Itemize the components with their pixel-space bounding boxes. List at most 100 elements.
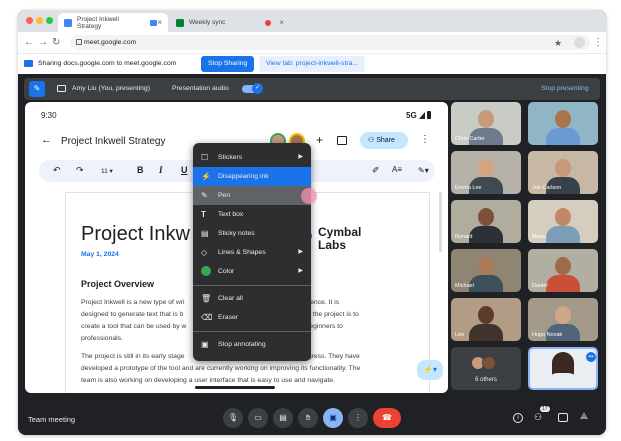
participant-name: Chris Carter xyxy=(455,136,485,142)
menu-item-pen[interactable]: ✎ Pen xyxy=(193,186,317,205)
participant-tile[interactable]: Emma Lee xyxy=(451,151,521,194)
docs-favicon-icon xyxy=(64,18,72,27)
back-arrow-icon[interactable]: ← xyxy=(41,134,52,146)
participant-name: Emma Lee xyxy=(455,185,482,191)
participant-body xyxy=(546,128,580,145)
doc-line: al of the project is to xyxy=(298,311,359,318)
battery-icon xyxy=(427,111,431,119)
raise-hand-button[interactable]: ✋︎ xyxy=(298,408,318,428)
italic-icon[interactable]: I xyxy=(159,165,163,175)
scrollbar-thumb[interactable] xyxy=(439,192,442,252)
stop-presenting-button[interactable]: Stop presenting xyxy=(541,85,589,92)
share-button[interactable]: ⚇ Share xyxy=(360,132,408,149)
participant-name: Michael xyxy=(455,283,474,289)
menu-item-disappearing-ink[interactable]: ⚡ Disappearing ink xyxy=(193,167,311,186)
menu-item-color[interactable]: Color ▶ xyxy=(193,262,311,281)
participant-tile[interactable]: Daniel xyxy=(528,249,598,292)
comment-icon[interactable] xyxy=(337,136,347,145)
participant-head xyxy=(555,110,571,128)
menu-item-label: Sticky notes xyxy=(218,230,255,237)
reload-icon[interactable]: ↻ xyxy=(52,36,60,50)
add-icon[interactable]: + xyxy=(316,133,323,147)
sharing-text: Sharing docs.google.com to meet.google.c… xyxy=(38,60,177,67)
doc-line: Project Inkwell is a new type of wri xyxy=(81,299,185,306)
browser-window: Project Inkwell Strategy × Weekly sync ×… xyxy=(18,10,606,435)
others-tile[interactable]: 6 others xyxy=(451,347,521,390)
info-icon[interactable]: i xyxy=(513,413,523,423)
pen-mode-button[interactable]: ✎▾ xyxy=(418,162,435,180)
doc-name: Project Inkwell Strategy xyxy=(61,136,166,147)
bold-icon[interactable]: B xyxy=(137,165,144,175)
tab-project-inkwell[interactable]: Project Inkwell Strategy × xyxy=(58,13,168,32)
participant-body xyxy=(546,226,580,243)
undo-icon[interactable]: ↶ xyxy=(53,165,61,176)
chat-icon[interactable] xyxy=(558,413,568,422)
more-options-icon[interactable]: ⋮ xyxy=(420,134,430,145)
doc-heading: Project Overview xyxy=(81,279,155,289)
stop-sharing-button[interactable]: Stop Sharing xyxy=(201,56,255,72)
menu-item-sticky-notes[interactable]: ▤ Sticky notes xyxy=(193,224,311,243)
sticker-icon: ☐ xyxy=(201,153,209,162)
text-format-icon[interactable]: A≡ xyxy=(392,165,402,174)
captions-button[interactable]: ▤ xyxy=(273,408,293,428)
presentation-audio-label: Presentation audio xyxy=(172,85,229,92)
participant-head xyxy=(478,257,494,275)
menu-divider xyxy=(193,331,311,332)
self-tile[interactable]: ••• xyxy=(528,347,598,390)
participant-tile[interactable]: Hugo Novak xyxy=(528,298,598,341)
maximize-window-dot[interactable] xyxy=(46,17,53,24)
participant-name: Lee xyxy=(455,332,465,338)
more-options-button[interactable]: ⋮ xyxy=(348,408,368,428)
participant-tile[interactable]: Chris Carter xyxy=(451,102,521,145)
tab-weekly-sync[interactable]: Weekly sync × xyxy=(170,13,290,32)
view-tab-button[interactable]: View tab: project-inkwell-stra... xyxy=(259,56,366,72)
menu-item-text-box[interactable]: T Text box xyxy=(193,205,311,224)
menu-item-label: Stop annotating xyxy=(218,341,266,348)
redo-icon[interactable]: ↷ xyxy=(76,165,84,176)
font-size-select[interactable]: 11 ▾ xyxy=(101,167,113,175)
microphone-button[interactable]: 🎙︎ xyxy=(223,408,243,428)
doc-paragraph-1-right: elligence. It is al of the project is to… xyxy=(298,297,408,333)
avatar xyxy=(482,356,496,370)
highlight-icon[interactable]: ✐ xyxy=(372,165,380,176)
doc-paragraph-2-right: progress. They have xyxy=(298,353,360,360)
participant-tile[interactable]: Lee xyxy=(451,298,521,341)
menu-item-stickers[interactable]: ☐ Stickers ▶ xyxy=(193,148,311,167)
annotate-icon[interactable]: ✎ xyxy=(29,81,45,97)
present-button[interactable]: ▣ xyxy=(323,408,343,428)
participant-tile[interactable]: Joe Carlson xyxy=(528,151,598,194)
menu-item-eraser[interactable]: ⌫ Eraser xyxy=(193,308,311,327)
menu-item-stop-annotating[interactable]: ▣ Stop annotating xyxy=(193,335,311,354)
disappearing-ink-fab[interactable]: ⚡▾ xyxy=(417,360,443,380)
close-tab-icon[interactable]: × xyxy=(279,18,284,27)
address-bar[interactable]: meet.google.com xyxy=(70,35,590,50)
menu-item-lines-shapes[interactable]: ◇ Lines & Shapes ▶ xyxy=(193,243,311,262)
participant-tile[interactable] xyxy=(528,102,598,145)
stop-icon: ▣ xyxy=(201,340,209,349)
tab-strip: Project Inkwell Strategy × Weekly sync × xyxy=(18,10,606,32)
participant-tile[interactable]: Michael xyxy=(451,249,521,292)
forward-icon[interactable]: → xyxy=(38,36,48,50)
leave-call-button[interactable]: ☎︎ xyxy=(373,408,401,428)
participant-tile[interactable]: Maria xyxy=(528,200,598,243)
doc-title: Project Inkw xyxy=(81,223,190,245)
bookmark-star-icon[interactable]: ★ xyxy=(554,36,562,50)
minimize-window-dot[interactable] xyxy=(36,17,43,24)
close-window-dot[interactable] xyxy=(26,17,33,24)
menu-divider xyxy=(193,285,311,286)
menu-item-label: Clear all xyxy=(218,295,243,302)
sticky-note-icon: ▤ xyxy=(201,229,209,238)
camera-button[interactable]: ▭ xyxy=(248,408,268,428)
site-info-icon[interactable] xyxy=(76,39,82,45)
close-tab-icon[interactable]: × xyxy=(157,18,162,27)
underline-icon[interactable]: U xyxy=(181,165,188,175)
back-icon[interactable]: ← xyxy=(24,36,34,50)
menu-item-clear-all[interactable]: 🗑︎ Clear all xyxy=(193,289,311,308)
browser-menu-icon[interactable]: ⋮ xyxy=(593,36,603,50)
participant-head xyxy=(555,306,571,324)
menu-item-label: Text box xyxy=(218,211,244,218)
people-icon[interactable]: ⚇ xyxy=(534,412,542,423)
participant-tile[interactable]: Ronald xyxy=(451,200,521,243)
activities-icon[interactable]: ⟁ xyxy=(580,411,588,422)
profile-avatar[interactable] xyxy=(574,37,585,48)
